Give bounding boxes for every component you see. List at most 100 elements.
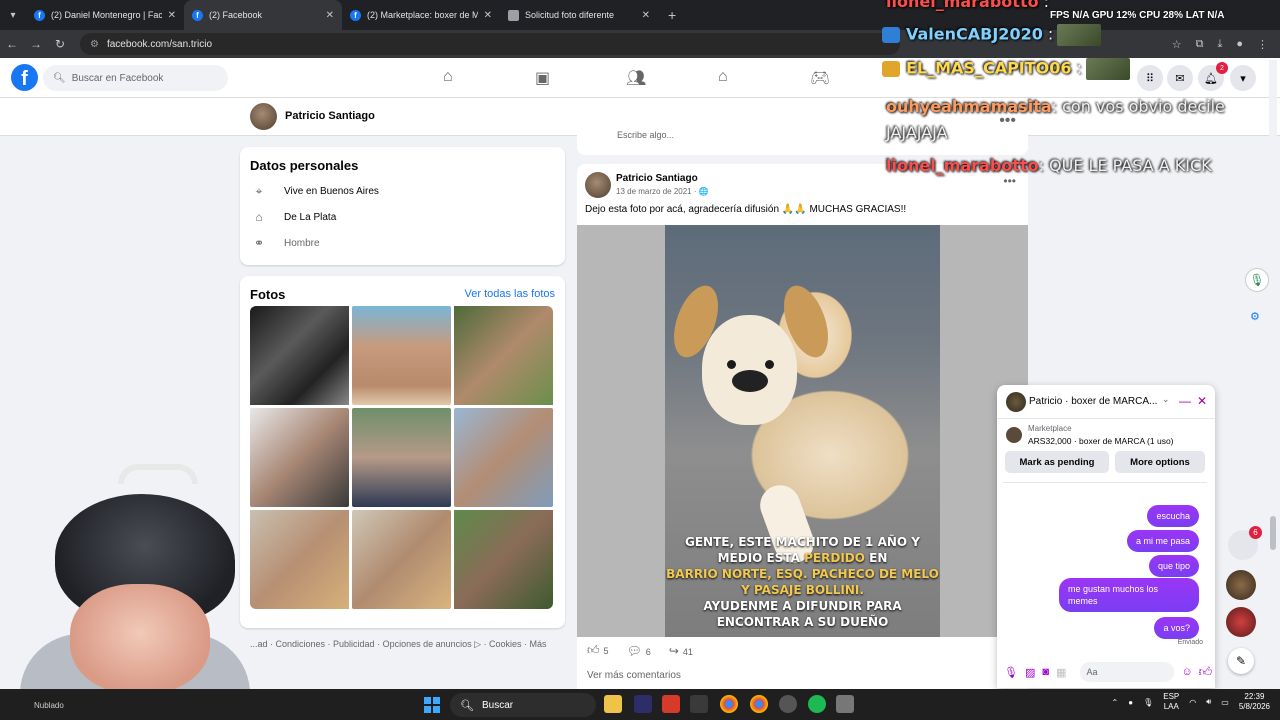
sticker-icon[interactable]: ◙	[1042, 666, 1049, 678]
microphone-icon[interactable]: 🎙︎	[1004, 666, 1018, 679]
listing-title[interactable]: ARS32,000 · boxer de MARCA (1 uso)	[1028, 436, 1174, 446]
chrome-icon[interactable]	[750, 695, 768, 713]
voice-assistant-icon[interactable]: 🎙︎	[1245, 268, 1269, 292]
new-group-icon[interactable]: 6	[1228, 526, 1262, 560]
profile-icon[interactable]: ●	[1236, 38, 1243, 51]
app-icon[interactable]	[634, 695, 652, 713]
new-tab-button[interactable]: +	[658, 7, 686, 23]
microphone-icon[interactable]: 🎙︎	[1143, 698, 1153, 707]
reload-icon[interactable]: ↻	[48, 37, 72, 51]
image-icon[interactable]: ▨	[1025, 666, 1035, 679]
photo-thumbnail[interactable]	[352, 510, 451, 609]
file-explorer-icon[interactable]	[604, 695, 622, 713]
language-indicator[interactable]: ESP LAA	[1163, 692, 1179, 712]
browser-tab-4[interactable]: Solicitud foto diferente ✕	[500, 0, 658, 30]
taskbar-search[interactable]: 🔍︎ Buscar	[450, 693, 596, 717]
page-scrollbar[interactable]	[1269, 60, 1277, 690]
photo-thumbnail[interactable]	[250, 510, 349, 609]
volume-icon[interactable]: 🔊︎	[1206, 697, 1211, 707]
photos-card: Fotos Ver todas las fotos	[240, 276, 565, 628]
browser-tab-1[interactable]: f (2) Daniel Montenegro | Faceboo ✕	[26, 0, 184, 30]
forward-arrow-icon[interactable]: →	[24, 37, 48, 51]
minimize-icon[interactable]: —	[1179, 394, 1191, 408]
apps-menu-icon[interactable]: ⠿	[1137, 65, 1163, 91]
app-icon[interactable]	[779, 695, 797, 713]
spotify-icon[interactable]	[808, 695, 826, 713]
weather-label[interactable]: Nublado	[34, 701, 64, 710]
info-row: ⌖ Vive en Buenos Aires	[250, 184, 379, 199]
view-more-comments-link[interactable]: Ver más comentarios	[587, 670, 681, 681]
photo-thumbnail[interactable]	[250, 408, 349, 507]
gaming-icon[interactable]: 🎮︎	[810, 68, 830, 88]
browser-tab-2[interactable]: f (2) Facebook ✕	[184, 0, 342, 30]
chevron-up-icon[interactable]: ⌃	[1112, 698, 1119, 707]
thumbs-up-icon[interactable]: 👍︎	[1199, 664, 1213, 680]
chat-head-avatar[interactable]	[1226, 607, 1256, 637]
star-icon[interactable]: ☆	[1172, 38, 1182, 51]
chevron-down-icon[interactable]: ⌄	[1162, 394, 1170, 405]
compose-message-icon[interactable]: ✎	[1228, 648, 1254, 674]
notifications-bell-icon[interactable]: 🔔︎ 2	[1198, 62, 1228, 91]
home-icon[interactable]: ⌂	[443, 68, 453, 86]
gender-icon: ⚭	[253, 236, 265, 250]
share-count[interactable]: ↪ 41	[669, 644, 693, 658]
back-arrow-icon[interactable]: ←	[0, 37, 24, 51]
menu-icon[interactable]: ⋮	[1257, 38, 1268, 51]
tab-close-icon[interactable]: ✕	[168, 10, 176, 21]
photo-thumbnail[interactable]	[352, 408, 451, 507]
browser-tab-3[interactable]: f (2) Marketplace: boxer de MAR ✕	[342, 0, 500, 30]
chat-head-avatar[interactable]	[1226, 570, 1256, 600]
photo-thumbnail[interactable]	[352, 306, 451, 405]
battery-icon[interactable]: ▭	[1221, 698, 1229, 707]
close-icon[interactable]: ✕	[1197, 394, 1207, 408]
wifi-icon[interactable]: ◠	[1189, 698, 1196, 707]
tab-close-icon[interactable]: ✕	[642, 10, 650, 21]
gif-icon[interactable]: ▦	[1056, 666, 1066, 679]
scrollbar-thumb[interactable]	[1270, 516, 1276, 550]
app-icon[interactable]	[836, 695, 854, 713]
account-chevron-icon[interactable]: ▾	[1230, 65, 1256, 91]
more-options-button[interactable]: More options	[1115, 451, 1205, 473]
facebook-search-input[interactable]: 🔍︎ Buscar en Facebook	[43, 65, 228, 91]
chat-title[interactable]: Patricio · boxer de MARCA...	[1029, 396, 1157, 407]
comment-count[interactable]: 💬︎ 6	[627, 644, 651, 658]
friends-icon[interactable]: 👥︎	[626, 68, 646, 88]
video-icon[interactable]: ▣	[535, 68, 550, 88]
footer-links[interactable]: ...ad · Condiciones · Publicidad · Opcio…	[250, 639, 547, 650]
photo-thumbnail[interactable]	[454, 306, 553, 405]
like-count[interactable]: 👍︎ 5	[587, 643, 609, 658]
avatar[interactable]	[585, 172, 611, 198]
windows-start-icon[interactable]	[424, 697, 440, 713]
tab-close-icon[interactable]: ✕	[326, 10, 334, 21]
profile-name[interactable]: Patricio Santiago	[285, 110, 375, 122]
messenger-icon[interactable]: ✉	[1167, 65, 1193, 91]
clock[interactable]: 22:39 5/8/2026	[1239, 692, 1270, 712]
site-info-icon[interactable]: ⚙	[90, 39, 99, 50]
tab-close-icon[interactable]: ✕	[484, 10, 492, 21]
more-options-icon[interactable]: •••	[1003, 174, 1016, 188]
chrome-icon[interactable]	[720, 695, 738, 713]
post-date[interactable]: 13 de marzo de 2021 · 🌐	[616, 187, 709, 196]
chat-header[interactable]: Patricio · boxer de MARCA... ⌄ — ✕	[997, 385, 1215, 419]
mark-as-pending-button[interactable]: Mark as pending	[1005, 451, 1109, 473]
message-input[interactable]: Aa	[1080, 662, 1175, 682]
address-bar[interactable]: ⚙ facebook.com/san.tricio	[80, 33, 900, 55]
emoji-icon[interactable]: ☺	[1181, 666, 1192, 678]
avatar[interactable]	[1006, 392, 1026, 412]
extensions-icon[interactable]: ⧉	[1196, 38, 1204, 51]
tab-search-icon[interactable]: ▾	[0, 0, 26, 30]
download-icon[interactable]: ⤓	[1217, 38, 1222, 51]
avatar[interactable]	[250, 103, 277, 130]
app-icon[interactable]	[662, 695, 680, 713]
photo-thumbnail[interactable]	[454, 510, 553, 609]
settings-gear-icon[interactable]: ⚙	[1250, 310, 1260, 323]
app-icon[interactable]	[690, 695, 708, 713]
see-all-photos-link[interactable]: Ver todas las fotos	[465, 288, 556, 300]
marketplace-icon[interactable]: ⌂	[718, 68, 728, 86]
photo-thumbnail[interactable]	[250, 306, 349, 405]
photo-thumbnail[interactable]	[454, 408, 553, 507]
facebook-logo-icon[interactable]: f	[11, 64, 38, 91]
comment-input[interactable]: Escribe algo...	[617, 130, 674, 140]
post-author[interactable]: Patricio Santiago	[616, 173, 698, 184]
tray-app-icon[interactable]: ●	[1128, 698, 1133, 707]
